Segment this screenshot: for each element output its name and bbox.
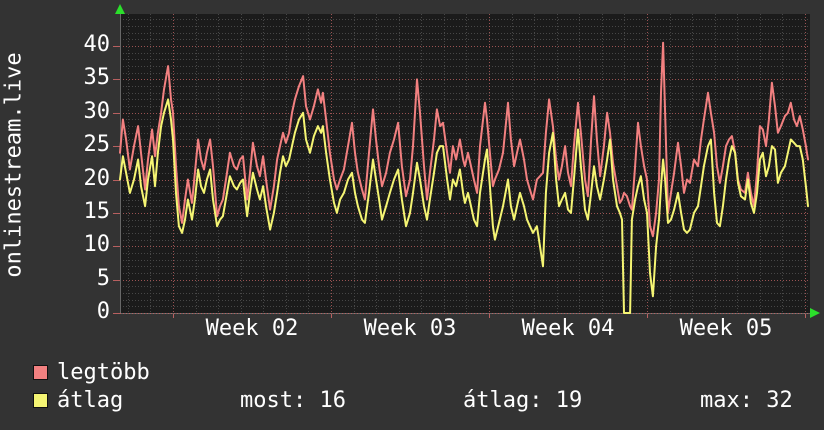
y-tick-label: 0 <box>96 299 110 324</box>
stat-max: max: 32 <box>700 388 793 413</box>
x-tick-label: Week 02 <box>205 316 299 341</box>
x-tick-label: Week 04 <box>521 316 615 341</box>
y-tick-label: 30 <box>83 98 111 124</box>
y-tick-label: 35 <box>83 65 111 91</box>
x-axis-arrow-icon <box>810 308 820 318</box>
stat-atlag: átlag: 19 <box>463 388 583 413</box>
y-tick-label: 40 <box>83 32 111 58</box>
legend-label-atlag: átlag <box>57 388 124 413</box>
y-tick-label: 20 <box>83 165 111 191</box>
y-tick-label: 25 <box>83 132 111 158</box>
x-tick-label: Week 03 <box>363 316 457 341</box>
y-tick-label: 5 <box>96 265 110 291</box>
x-tick-label: Week 05 <box>679 316 773 341</box>
y-tick-label: 10 <box>83 232 111 258</box>
y-axis-arrow-icon <box>115 4 125 14</box>
stat-most: most: 16 <box>240 388 346 413</box>
legend-swatch-atlag <box>33 393 48 408</box>
legend-swatch-legtobb <box>33 365 48 380</box>
legend-label-legtobb: legtöbb <box>57 360 150 385</box>
rrd-graph: onlinestream.live 0 5 10 15 20 25 30 35 40 Week … <box>0 0 824 430</box>
y-tick-label: 15 <box>83 198 111 224</box>
